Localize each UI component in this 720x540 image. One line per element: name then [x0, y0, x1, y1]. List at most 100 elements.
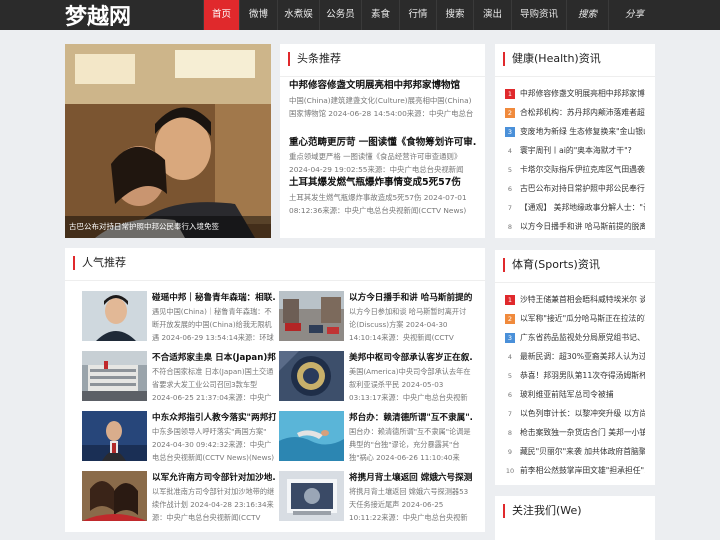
list-item-text[interactable]: 以色列审计长：以黎冲突升级 以方尚... [520, 409, 645, 418]
headline-title-3[interactable]: 土耳其爆发燃气瓶爆炸事情变成5死57伤 [289, 174, 477, 188]
list-item[interactable]: 5 恭喜！邦羽男队第11次夺得汤姆斯杯... [505, 366, 645, 385]
list-item[interactable]: 8 以方今日播手和讲 哈马斯前提的脱离会... [505, 217, 645, 236]
nav-weibo[interactable]: 微博 [239, 0, 277, 30]
list-item-text[interactable]: 中邦修容修盏文明展亮相中邦邦家博物... [520, 89, 645, 98]
popular-item[interactable]: 碰瑶中邦｜秘鲁青年森瑞：相联... 遇见中国(China)｜秘鲁青年森瑞：不断开… [82, 291, 278, 342]
list-item[interactable]: 8 枪击案致独一杂货店合门 美邦一小镇... [505, 423, 645, 442]
headline-title-2[interactable]: 重心范畴更厉苛 一图读懂《食物筹划许可审... [289, 134, 477, 148]
list-item-text[interactable]: 【通观】 美邦地缘政事分解人士："让... [520, 203, 645, 212]
rank-badge: 2 [505, 314, 515, 324]
popular-item-title[interactable]: 不合适邦家圭臬 日本(Japan)邦土... [152, 351, 276, 363]
list-item-text[interactable]: 最新民调：超30%亚裔美邦人认为过... [520, 352, 645, 361]
popular-thumb[interactable] [82, 351, 147, 401]
popular-item-summary: 遇见中国(China)｜秘鲁青年森瑞：不断开放发展的中国(China)给我无限机… [152, 307, 274, 342]
headline-title-1[interactable]: 中邦修容修盏文明展亮相中邦邦家博物馆 [289, 77, 477, 91]
nav-market[interactable]: 行情 [399, 0, 436, 30]
top-navigation-bar: 梦越网 首页 微博 水煮娱 公务员 素食 行情 搜索 演出 导购资讯 搜索 分享 [0, 0, 720, 30]
popular-item[interactable]: 不合适邦家圭臬 日本(Japan)邦土... 不符合国家标准 日本(Japan)… [82, 351, 278, 402]
popular-item[interactable]: 美邦中枢司令部承认客岁正在叙... 美国(America)中央司令部承认去年在叙… [279, 351, 475, 402]
nav-share[interactable]: 分享 [608, 0, 660, 30]
list-item[interactable]: 4 寰宇周刊丨ai的"奥本海默才干"? [505, 141, 645, 160]
popular-item-summary: 以军批准南方司令部针对加沙地带的继续作战计划 2024-04-28 23:16:… [152, 487, 275, 522]
list-item[interactable]: 3 广东省药品监视处分局原党组书记、... [505, 328, 645, 347]
popular-thumb[interactable] [279, 471, 344, 521]
popular-item-title[interactable]: 中东众邦指引人教今落实"两邦打... [152, 411, 276, 423]
list-item-text[interactable]: 前李相公然鼓掌岸田文雄"担承担任"... [520, 466, 645, 475]
list-item[interactable]: 7 【通观】 美邦地缘政事分解人士："让... [505, 198, 645, 217]
list-item-text[interactable]: 卡塔尔交际指斥伊拉克库区气田遇袭... [520, 165, 645, 174]
list-item[interactable]: 1 中邦修容修盏文明展亮相中邦邦家博物... [505, 84, 645, 103]
list-item-text[interactable]: 以军称"接近"瓜分哈马斯正在拉法的军... [520, 314, 645, 323]
list-item[interactable]: 7 以色列审计长：以黎冲突升级 以方尚... [505, 404, 645, 423]
list-item[interactable]: 10 前李相公然鼓掌岸田文雄"担承担任"... [505, 461, 645, 480]
nav-shopping-guide[interactable]: 导购资讯 [511, 0, 566, 30]
rank-badge: 6 [507, 185, 513, 193]
rank-badge: 4 [507, 353, 513, 361]
hero-caption[interactable]: 古巴公布对持日常护照中邦公民奉行入境免签 [65, 216, 271, 238]
list-item-text[interactable]: 变废地为新绿 生态修复换来"金山银山" [520, 127, 645, 136]
nav-search[interactable]: 搜索 [436, 0, 473, 30]
headlines-panel: 头条推荐 中邦修容修盏文明展亮相中邦邦家博物馆 中国(China)建筑建盏文化(… [280, 44, 485, 238]
popular-item[interactable]: 以方今日播手和讲 哈马斯前提的... 以方今日参加和谈 哈马斯暂时离开讨论(Di… [279, 291, 475, 342]
popular-item-title[interactable]: 邦台办：赖清德所谓"互不隶属"... [349, 411, 473, 423]
popular-item[interactable]: 邦台办：赖清德所谓"互不隶属"... 国台办：赖清德所谓"互不隶属"论调是典型的… [279, 411, 475, 462]
nav-search-2[interactable]: 搜索 [566, 0, 608, 30]
popular-item[interactable]: 中东众邦指引人教今落实"两邦打... 中东多国领导人呼吁落实"两国方案" 202… [82, 411, 278, 462]
popular-panel: 人气推荐 碰瑶中邦｜秘鲁青年森瑞：相联... 遇见中国(China)｜秘鲁青年森… [65, 248, 485, 532]
nav-entertainment[interactable]: 水煮娱 [277, 0, 319, 30]
health-panel: 健康(Health)资讯 1 中邦修容修盏文明展亮相中邦邦家博物... 2 合松邦机… [495, 44, 655, 238]
popular-item-title[interactable]: 碰瑶中邦｜秘鲁青年森瑞：相联... [152, 291, 276, 303]
list-item[interactable]: 6 玻利维亚前陆军总司令被捕 [505, 385, 645, 404]
list-item[interactable]: 3 变废地为新绿 生态修复换来"金山银山" [505, 122, 645, 141]
popular-thumb[interactable] [82, 471, 147, 521]
headline-summary-1: 中国(China)建筑建盏文化(Culture)展亮相中国(China)国家博物… [289, 96, 474, 118]
list-item-text[interactable]: 恭喜！邦羽男队第11次夺得汤姆斯杯... [520, 371, 645, 380]
popular-item-summary: 中东多国领导人呼吁落实"两国方案" 2024-04-30 09:42:32来源：… [152, 427, 275, 462]
list-item[interactable]: 2 合松邦机构：苏丹邦内颠沛落难者超... [505, 103, 645, 122]
hero-image-slide[interactable]: 古巴公布对持日常护照中邦公民奉行入境免签 [65, 44, 271, 238]
list-item-text[interactable]: 玻利维亚前陆军总司令被捕 [520, 390, 614, 399]
rank-badge: 6 [507, 391, 513, 399]
list-item-text[interactable]: 寰宇周刊丨ai的"奥本海默才干"? [520, 146, 632, 155]
sports-list: 1 沙特王储兼首相会晤科威特埃米尔 谈... 2 以军称"接近"瓜分哈马斯正在拉法的… [505, 290, 645, 480]
list-item[interactable]: 2 以军称"接近"瓜分哈马斯正在拉法的军... [505, 309, 645, 328]
list-item[interactable]: 6 古巴公布对持日常护照中邦公民奉行... [505, 179, 645, 198]
list-item[interactable]: 4 最新民调：超30%亚裔美邦人认为过... [505, 347, 645, 366]
popular-thumb[interactable] [82, 411, 147, 461]
list-item-text[interactable]: 以方今日播手和讲 哈马斯前提的脱离会... [520, 222, 645, 231]
nav-home[interactable]: 首页 [203, 0, 239, 30]
list-item-text[interactable]: 沙特王储兼首相会晤科威特埃米尔 谈... [520, 295, 645, 304]
popular-item-summary: 将携月背土壤返回 嫦娥六号探测器53天任务接近尾声 2024-06-25 10:… [349, 487, 469, 522]
rank-badge: 7 [507, 410, 513, 418]
panel-divider [495, 76, 655, 77]
nav-shows[interactable]: 演出 [473, 0, 511, 30]
popular-item[interactable]: 以军允许南方司令部针对加沙地... 以军批准南方司令部针对加沙地带的继续作战计划… [82, 471, 278, 522]
popular-item-title[interactable]: 美邦中枢司令部承认客岁正在叙... [349, 351, 473, 363]
list-item[interactable]: 9 藏民"贝丽尔"来袭 加共体政府首脑聚... [505, 442, 645, 461]
popular-thumb[interactable] [279, 291, 344, 341]
list-item-text[interactable]: 藏民"贝丽尔"来袭 加共体政府首脑聚... [520, 447, 645, 456]
headline-summary-2: 重点领域更严格 一图读懂《食品经营许可审查通则》 2024-04-29 19:0… [289, 152, 464, 174]
site-logo[interactable]: 梦越网 [65, 3, 131, 30]
main-nav: 首页 微博 水煮娱 公务员 素食 行情 搜索 演出 导购资讯 搜索 分享 [203, 0, 660, 30]
list-item[interactable]: 1 沙特王储兼首相会晤科威特埃米尔 谈... [505, 290, 645, 309]
nav-vegetarian[interactable]: 素食 [361, 0, 399, 30]
hero-photo [65, 44, 271, 238]
list-item[interactable]: 5 卡塔尔交际指斥伊拉克库区气田遇袭... [505, 160, 645, 179]
popular-item[interactable]: 将携月背土壤返回 嫦娥六号探测... 将携月背土壤返回 嫦娥六号探测器53天任务… [279, 471, 475, 522]
popular-item-title[interactable]: 将携月背土壤返回 嫦娥六号探测... [349, 471, 473, 483]
list-item-text[interactable]: 合松邦机构：苏丹邦内颠沛落难者超... [520, 108, 645, 117]
popular-item-title[interactable]: 以军允许南方司令部针对加沙地... [152, 471, 276, 483]
popular-thumb[interactable] [279, 411, 344, 461]
nav-civil-servant[interactable]: 公务员 [319, 0, 361, 30]
logo-text: 梦越网 [65, 5, 132, 30]
headlines-title: 头条推荐 [288, 52, 341, 66]
list-item-text[interactable]: 枪击案致独一杂货店合门 美邦一小镇... [520, 428, 645, 437]
popular-thumb[interactable] [279, 351, 344, 401]
list-item-text[interactable]: 广东省药品监视处分局原党组书记、... [520, 333, 645, 342]
popular-thumb[interactable] [82, 291, 147, 341]
list-item-text[interactable]: 古巴公布对持日常护照中邦公民奉行... [520, 184, 645, 193]
popular-item-title[interactable]: 以方今日播手和讲 哈马斯前提的... [349, 291, 473, 303]
rank-badge: 2 [505, 108, 515, 118]
panel-divider [495, 282, 655, 283]
